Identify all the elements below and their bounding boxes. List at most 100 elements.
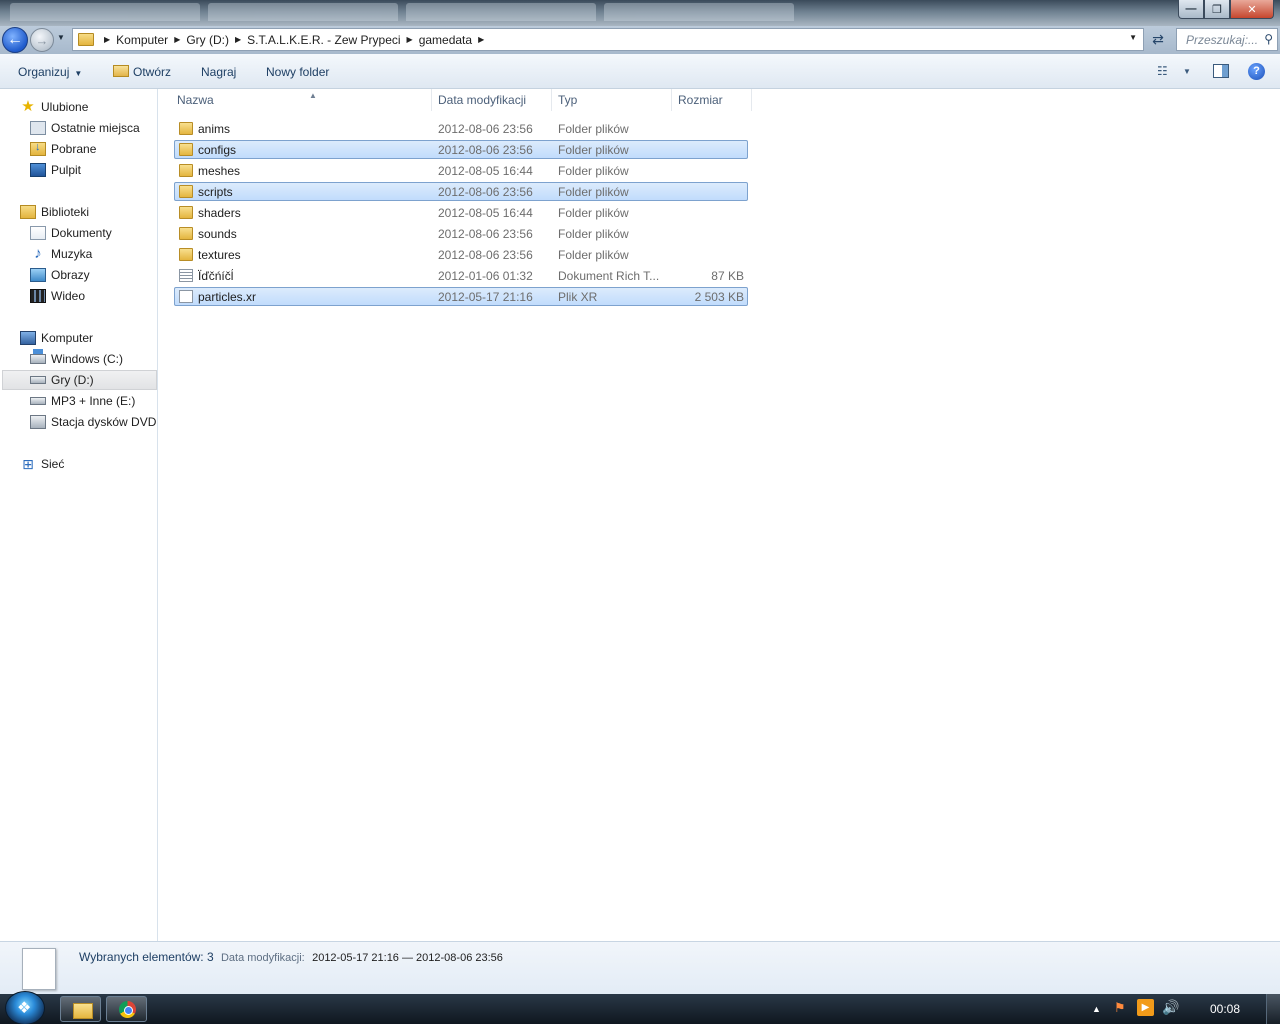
file-date: 2012-08-05 16:44 bbox=[438, 164, 533, 178]
sidebar-item-recent-places[interactable]: Ostatnie miejsca bbox=[30, 118, 140, 138]
file-size: 2 503 KB bbox=[694, 290, 744, 304]
pictures-icon bbox=[30, 268, 46, 282]
dvd-drive-icon bbox=[30, 415, 46, 429]
organize-button[interactable]: Organizuj ▼ bbox=[18, 65, 82, 79]
file-date: 2012-08-06 23:56 bbox=[438, 248, 533, 262]
back-button[interactable]: ← bbox=[2, 27, 28, 53]
file-row[interactable]: particles.xr 2012-05-17 21:16 Plik XR 2 503… bbox=[174, 287, 748, 306]
column-header-name[interactable]: Nazwa ▲ bbox=[171, 89, 432, 111]
film-icon bbox=[30, 289, 46, 303]
burn-button[interactable]: Nagraj bbox=[201, 65, 236, 79]
sidebar-item-label: Biblioteki bbox=[41, 205, 90, 219]
file-name: Ïďčńíčĺ bbox=[198, 269, 234, 283]
file-row[interactable]: scripts 2012-08-06 23:56 Folder plików bbox=[174, 182, 748, 201]
sidebar-item-network[interactable]: ⊞ Sieć bbox=[20, 454, 64, 474]
command-bar: Organizuj ▼ Otwórz Nagraj Nowy folder ☷ ▼… bbox=[0, 54, 1280, 89]
folder-icon bbox=[179, 164, 193, 177]
file-row[interactable]: meshes 2012-08-05 16:44 Folder plików bbox=[174, 161, 748, 180]
breadcrumb-komputer[interactable]: Komputer bbox=[116, 33, 168, 47]
folder-icon bbox=[179, 122, 193, 135]
desktop-icon bbox=[30, 163, 46, 177]
sidebar-item-drive-e[interactable]: MP3 + Inne (E:) bbox=[30, 391, 135, 411]
maximize-button[interactable]: ❐ bbox=[1204, 0, 1230, 19]
help-icon[interactable]: ? bbox=[1248, 63, 1265, 80]
address-history-dropdown[interactable]: ▼ bbox=[1129, 33, 1137, 42]
open-folder-icon bbox=[113, 65, 129, 77]
breadcrumb-separator-icon[interactable]: ▶ bbox=[478, 35, 484, 44]
open-button[interactable]: Otwórz bbox=[113, 65, 171, 79]
file-name: textures bbox=[198, 248, 241, 262]
show-desktop-button[interactable] bbox=[1266, 994, 1280, 1024]
breadcrumb-separator-icon[interactable]: ▶ bbox=[174, 35, 180, 44]
breadcrumb-stalker[interactable]: S.T.A.L.K.E.R. - Zew Prypeci bbox=[247, 33, 400, 47]
sidebar-item-downloads[interactable]: Pobrane bbox=[30, 139, 96, 159]
multiple-items-icon bbox=[19, 947, 56, 990]
sidebar-item-label: Stacja dysków DVD RW bbox=[51, 415, 157, 429]
sidebar-item-drive-c[interactable]: Windows (C:) bbox=[30, 349, 123, 369]
file-row[interactable]: configs 2012-08-06 23:56 Folder plików bbox=[174, 140, 748, 159]
organize-label: Organizuj bbox=[18, 65, 70, 79]
taskbar-clock[interactable]: 00:08 bbox=[1200, 1002, 1250, 1016]
sidebar-item-favorites[interactable]: ★ Ulubione bbox=[20, 97, 88, 117]
breadcrumb-separator-icon[interactable]: ▶ bbox=[407, 35, 413, 44]
file-date: 2012-01-06 01:32 bbox=[438, 269, 533, 283]
taskbar-chrome-button[interactable] bbox=[106, 996, 147, 1022]
recent-places-icon bbox=[30, 121, 46, 135]
sidebar-item-pictures[interactable]: Obrazy bbox=[30, 265, 90, 285]
hard-drive-icon bbox=[30, 376, 46, 384]
column-header-date[interactable]: Data modyfikacji bbox=[432, 89, 552, 111]
sort-ascending-icon: ▲ bbox=[309, 91, 317, 100]
close-button[interactable]: ✕ bbox=[1230, 0, 1274, 19]
file-row[interactable]: textures 2012-08-06 23:56 Folder plików bbox=[174, 245, 748, 264]
breadcrumb-separator-icon[interactable]: ▶ bbox=[104, 35, 110, 44]
sidebar-item-libraries[interactable]: Biblioteki bbox=[20, 202, 89, 222]
column-header-type[interactable]: Typ bbox=[552, 89, 672, 111]
sidebar-item-desktop[interactable]: Pulpit bbox=[30, 160, 81, 180]
file-name: shaders bbox=[198, 206, 241, 220]
view-options-dropdown[interactable]: ▼ bbox=[1183, 67, 1191, 76]
action-center-flag-icon[interactable]: ⚑ bbox=[1114, 1000, 1126, 1016]
folder-icon bbox=[179, 206, 193, 219]
file-row[interactable]: anims 2012-08-06 23:56 Folder plików bbox=[174, 119, 748, 138]
address-bar[interactable]: ▶ Komputer ▶ Gry (D:) ▶ S.T.A.L.K.E.R. -… bbox=[72, 28, 1144, 51]
column-header-label: Nazwa bbox=[177, 93, 214, 107]
file-size: 87 KB bbox=[711, 269, 744, 283]
windows-drive-icon bbox=[30, 349, 46, 364]
new-folder-button[interactable]: Nowy folder bbox=[266, 65, 329, 79]
chevron-down-icon: ▼ bbox=[74, 69, 83, 78]
taskbar-explorer-button[interactable] bbox=[60, 996, 101, 1022]
minimize-button[interactable]: — bbox=[1178, 0, 1204, 19]
search-icon[interactable]: ⚲ bbox=[1264, 32, 1273, 46]
volume-icon[interactable]: 🔊 bbox=[1162, 999, 1179, 1016]
sidebar-item-computer[interactable]: Komputer bbox=[20, 328, 93, 348]
column-header-size[interactable]: Rozmiar bbox=[672, 89, 752, 111]
sidebar-item-label: Pobrane bbox=[51, 142, 97, 156]
breadcrumb-separator-icon[interactable]: ▶ bbox=[235, 35, 241, 44]
sidebar-item-videos[interactable]: Wideo bbox=[30, 286, 85, 306]
breadcrumb-gamedata[interactable]: gamedata bbox=[419, 33, 472, 47]
file-row[interactable]: sounds 2012-08-06 23:56 Folder plików bbox=[174, 224, 748, 243]
folder-icon bbox=[78, 33, 94, 46]
sidebar-item-label: Ostatnie miejsca bbox=[51, 121, 140, 135]
show-hidden-icons-button[interactable]: ▲ bbox=[1092, 1004, 1101, 1014]
star-icon: ★ bbox=[21, 98, 35, 115]
sidebar-item-label: Wideo bbox=[51, 289, 86, 303]
rtf-document-icon bbox=[179, 269, 193, 282]
file-row[interactable]: shaders 2012-08-05 16:44 Folder plików bbox=[174, 203, 748, 222]
breadcrumb-drive-d[interactable]: Gry (D:) bbox=[186, 33, 229, 47]
recent-pages-dropdown[interactable]: ▼ bbox=[57, 33, 65, 42]
file-row[interactable]: Ïďčńíčĺ 2012-01-06 01:32 Dokument Rich T..… bbox=[174, 266, 748, 285]
file-date: 2012-05-17 21:16 bbox=[438, 290, 533, 304]
media-player-tray-icon[interactable]: ▶ bbox=[1137, 999, 1154, 1016]
start-button[interactable] bbox=[5, 991, 45, 1024]
forward-button[interactable]: → bbox=[30, 28, 54, 52]
search-input[interactable]: Przeszukaj:... ⚲ bbox=[1176, 28, 1278, 51]
preview-pane-icon[interactable] bbox=[1213, 64, 1229, 78]
sidebar-item-documents[interactable]: Dokumenty bbox=[30, 223, 112, 243]
refresh-button[interactable]: ⇄ bbox=[1148, 30, 1168, 49]
sidebar-item-label: Pulpit bbox=[51, 163, 82, 177]
sidebar-item-drive-d[interactable]: Gry (D:) bbox=[2, 370, 157, 390]
sidebar-item-dvd-drive[interactable]: Stacja dysków DVD RW bbox=[30, 412, 157, 432]
change-view-icon[interactable]: ☷ bbox=[1157, 65, 1173, 77]
sidebar-item-music[interactable]: ♪ Muzyka bbox=[30, 244, 92, 264]
